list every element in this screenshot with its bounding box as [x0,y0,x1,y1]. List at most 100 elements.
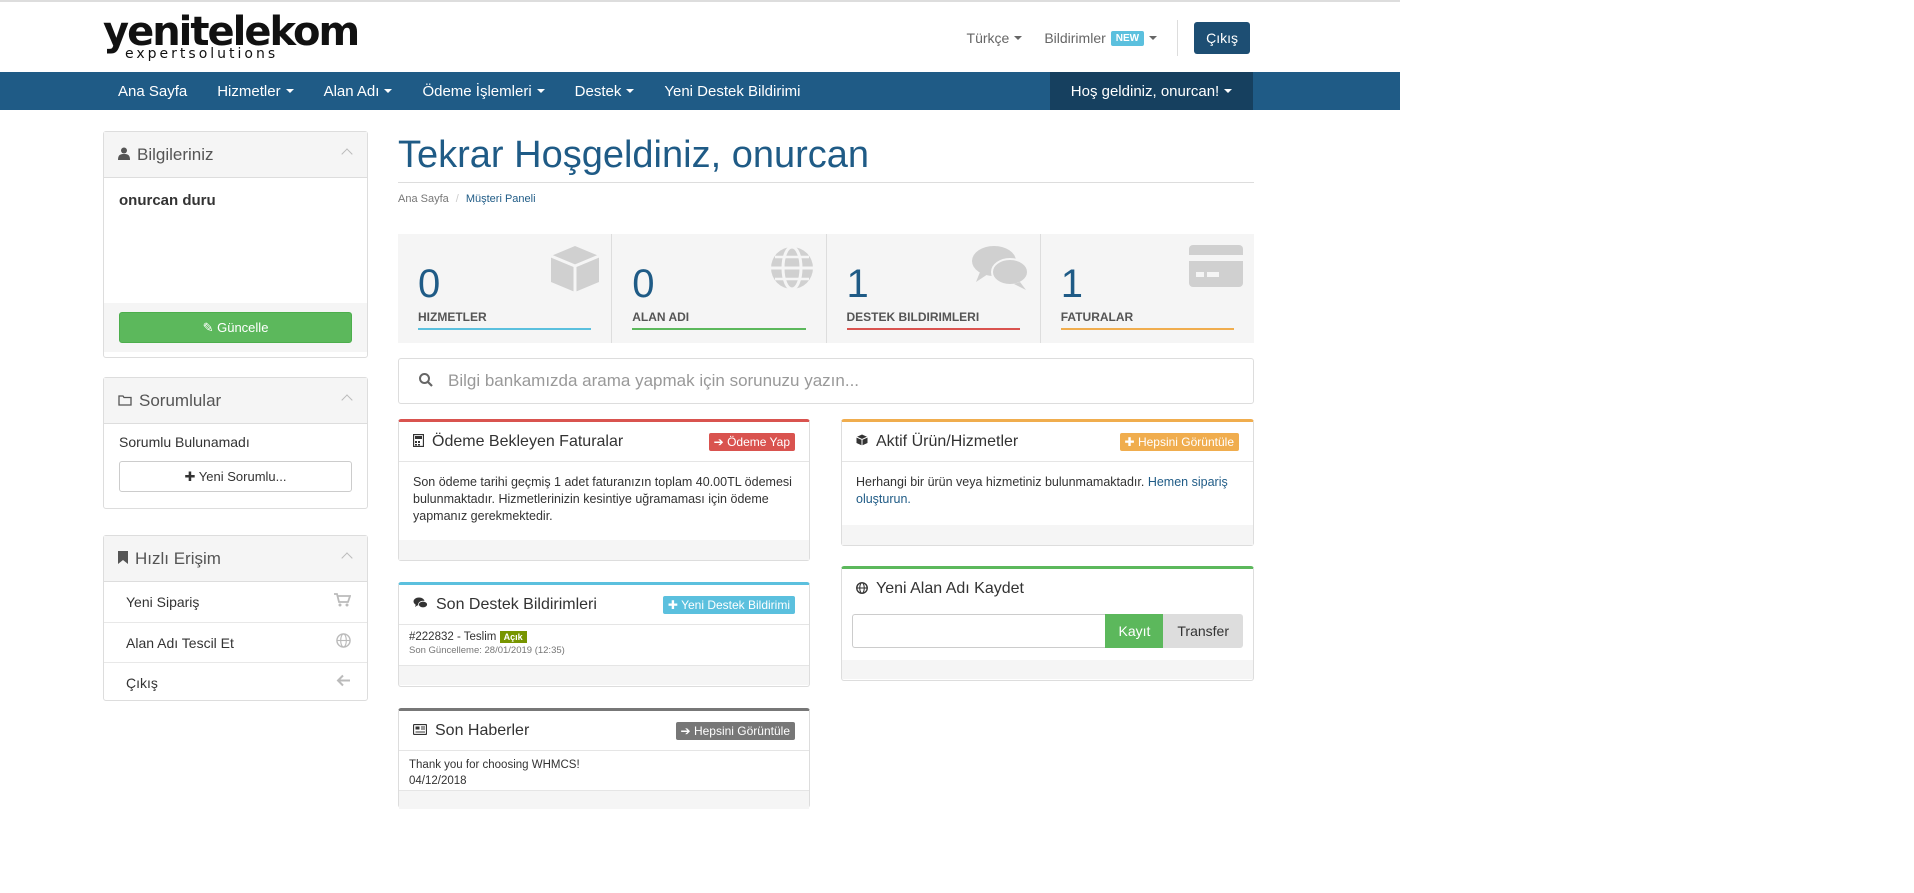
stat-label: ALAN ADI [632,310,690,324]
new-contact-button[interactable]: ✚ Yeni Sorumlu... [119,461,352,492]
ticket-row[interactable]: #222832 - Teslim Açık Son Güncelleme: 28… [399,625,809,666]
plus-icon: ✚ [184,469,196,484]
calculator-icon [412,433,425,450]
cube-icon [856,434,868,449]
new-ticket-label: Yeni Destek Bildirimi [681,598,790,612]
chevron-up-icon[interactable] [341,394,353,406]
arrow-right-icon: ➔ [713,435,724,449]
unpaid-invoices-card: Ödeme Bekleyen Faturalar ➔ Ödeme Yap Son… [398,419,810,561]
recent-tickets-card: Son Destek Bildirimleri ✚ Yeni Destek Bi… [398,582,810,687]
info-panel-header[interactable]: Bilgileriniz [104,132,367,178]
view-all-services-button[interactable]: ✚ Hepsini Görüntüle [1119,433,1239,451]
recent-news-title: Son Haberler [435,721,530,739]
card-footer [399,791,809,809]
nav-services-label: Hizmetler [217,82,281,100]
stat-label: FATURALAR [1060,310,1134,324]
new-badge: NEW [1110,30,1145,46]
nav-domains[interactable]: Alan Adı [309,72,408,110]
bookmark-icon [118,550,128,567]
stat-value: 0 [418,262,441,306]
card-footer [842,660,1253,679]
header-actions: Türkçe Bildirimler NEW Çıkış [945,20,1250,56]
caret-down-icon [285,89,294,93]
register-domain-title: Yeni Alan Adı Kaydet [876,580,1024,597]
update-button-label: Güncelle [217,320,269,335]
pay-now-button[interactable]: ➔ Ödeme Yap [708,433,795,451]
quick-item-register-domain[interactable]: Alan Adı Tescil Et [104,622,367,662]
news-item-date: 04/12/2018 [409,775,467,787]
nav-services[interactable]: Hizmetler [202,72,308,110]
register-button[interactable]: Kayıt [1105,614,1164,648]
caret-down-icon [384,89,393,93]
view-all-news-label: Hepsini Görüntüle [693,724,790,738]
card-footer [399,540,809,560]
contacts-panel-header[interactable]: Sorumlular [104,378,367,424]
active-services-card: Aktif Ürün/Hizmetler ✚ Hepsini Görüntüle… [841,419,1254,546]
nav-billing[interactable]: Ödeme İşlemleri [407,72,559,110]
quick-item-new-order[interactable]: Yeni Sipariş [104,582,367,622]
language-dropdown[interactable]: Türkçe [967,30,1023,46]
quick-access-panel-header[interactable]: Hızlı Erişim [104,536,367,582]
account-menu-label: Hoş geldiniz, onurcan! [1070,82,1220,100]
notifications-dropdown[interactable]: Bildirimler NEW [1044,30,1158,46]
recent-tickets-header: Son Destek Bildirimleri ✚ Yeni Destek Bi… [399,585,809,625]
stat-value: 1 [846,262,869,306]
domain-input[interactable] [852,614,1106,648]
card-footer [842,525,1253,545]
nav-new-ticket[interactable]: Yeni Destek Bildirimi [649,72,815,110]
account-menu[interactable]: Hoş geldiniz, onurcan! [1050,72,1253,110]
nav-domains-label: Alan Adı [323,82,380,100]
stat-value: 1 [1060,262,1083,306]
card-footer [399,666,809,685]
active-services-text: Herhangi bir ürün veya hizmetiniz bulunm… [856,475,1145,489]
transfer-button[interactable]: Transfer [1163,614,1243,648]
caret-down-icon [536,89,545,93]
globe-icon [856,581,868,597]
register-domain-card: Yeni Alan Adı Kaydet Kayıt Transfer [841,566,1254,681]
info-panel: Bilgileriniz onurcan duru ✎ Güncelle [103,131,368,358]
news-item[interactable]: Thank you for choosing WHMCS! 04/12/2018 [399,751,809,791]
quick-item-label: Yeni Sipariş [126,594,200,610]
view-all-news-button[interactable]: ➔ Hepsini Görüntüle [675,722,795,740]
status-badge: Açık [499,631,527,643]
credit-card-icon [1188,244,1244,291]
new-ticket-button[interactable]: ✚ Yeni Destek Bildirimi [662,596,795,614]
recent-tickets-title: Son Destek Bildirimleri [436,595,597,613]
nav-support[interactable]: Destek [560,72,650,110]
stat-services[interactable]: 0 HIZMETLER [398,234,611,343]
nav-billing-label: Ödeme İşlemleri [422,82,532,100]
caret-down-icon [1224,89,1233,93]
comments-icon [970,244,1030,295]
main-navbar: Ana Sayfa Hizmetler Alan Adı Ödeme İşlem… [0,72,1400,110]
chevron-up-icon[interactable] [341,148,353,160]
page-title: Tekrar Hoşgeldiniz, onurcan [398,134,870,176]
news-item-title: Thank you for choosing WHMCS! [409,759,580,771]
plus-icon: ✚ [667,598,678,612]
breadcrumb-home[interactable]: Ana Sayfa [398,193,449,205]
logo-brand[interactable]: yenitelekom [103,12,360,52]
domain-search-form: Kayıt Transfer [842,609,1253,660]
user-icon [118,147,130,163]
chevron-up-icon[interactable] [341,552,353,564]
update-button[interactable]: ✎ Güncelle [119,312,352,343]
stat-domains[interactable]: 0 ALAN ADI [611,234,825,343]
title-divider [398,182,1254,183]
stats-row: 0 HIZMETLER 0 ALAN ADI 1 DESTEK BILDIRIM… [398,234,1254,343]
contacts-panel: Sorumlular Sorumlu Bulunamadı ✚ Yeni Sor… [103,377,368,509]
globe-icon [336,632,351,653]
quick-item-logout[interactable]: Çıkış [104,662,367,702]
logout-button[interactable]: Çıkış [1194,22,1250,54]
search-input[interactable] [448,371,1228,391]
stat-label: DESTEK BILDIRIMLERI [846,310,980,324]
quick-access-panel-title: Hızlı Erişim [135,548,221,568]
contacts-panel-title: Sorumlular [139,390,222,410]
stat-label: HIZMETLER [418,310,487,324]
stat-tickets[interactable]: 1 DESTEK BILDIRIMLERI [825,234,1040,343]
nav-home[interactable]: Ana Sayfa [103,72,202,110]
view-all-services-label: Hepsini Görüntüle [1137,435,1234,449]
active-services-body: Herhangi bir ürün veya hizmetiniz bulunm… [842,462,1253,525]
folder-icon [118,393,132,409]
stat-invoices[interactable]: 1 FATURALAR [1039,234,1254,343]
logo[interactable]: yenitelekom expertsolutions [103,12,360,61]
nav-menu: Ana Sayfa Hizmetler Alan Adı Ödeme İşlem… [103,72,816,110]
